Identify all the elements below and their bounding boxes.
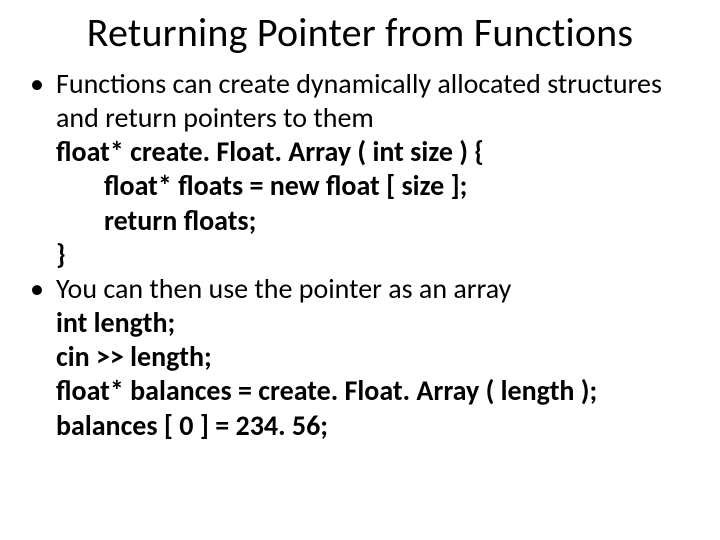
code-2-line-3: float* balances = create. Float. Array (… xyxy=(56,374,692,408)
code-2-line-2: cin >> length; xyxy=(56,340,692,374)
bullet-2-text: You can then use the pointer as an array xyxy=(56,272,692,306)
code-1-line-2: float* floats = new float [ size ]; xyxy=(56,169,692,203)
bullet-2: You can then use the pointer as an array… xyxy=(52,272,692,443)
slide: Returning Pointer from Functions Functio… xyxy=(0,0,720,540)
slide-title: Returning Pointer from Functions xyxy=(28,8,692,57)
bullet-1-text: Functions can create dynamically allocat… xyxy=(56,67,692,135)
bullet-1: Functions can create dynamically allocat… xyxy=(52,67,692,272)
slide-body: Functions can create dynamically allocat… xyxy=(28,67,692,443)
code-1-line-3: return floats; xyxy=(56,204,692,238)
code-1-line-1: float* create. Float. Array ( int size )… xyxy=(56,135,692,169)
code-1-line-4: } xyxy=(56,238,692,272)
code-2-line-4: balances [ 0 ] = 234. 56; xyxy=(56,409,692,443)
code-2-line-1: int length; xyxy=(56,306,692,340)
